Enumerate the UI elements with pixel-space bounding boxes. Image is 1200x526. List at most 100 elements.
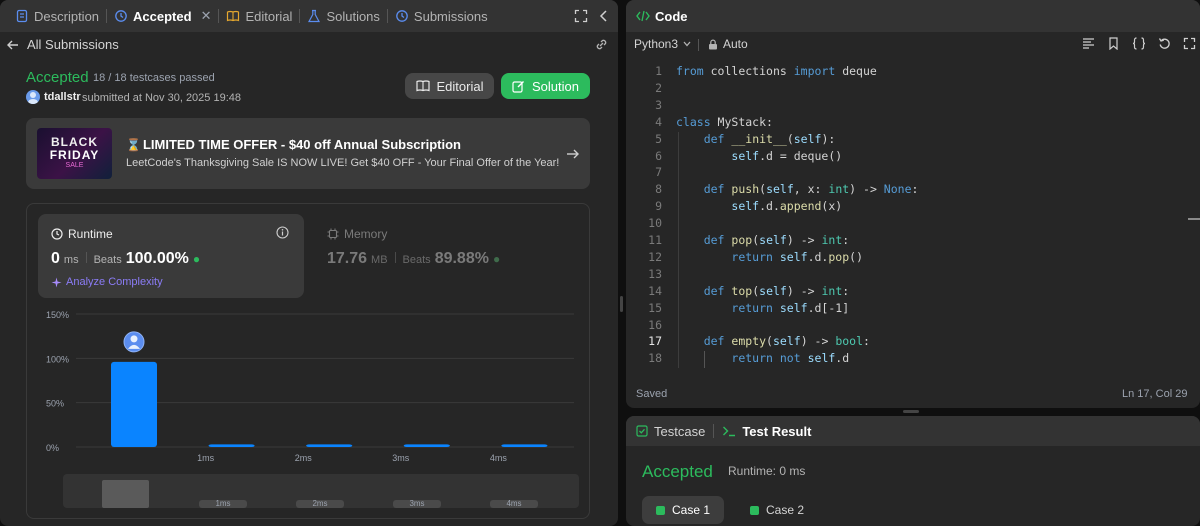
collapse-chevron-icon[interactable]	[598, 9, 610, 23]
runtime-beats-label: Beats	[93, 254, 122, 266]
promo-banner[interactable]: BLACK FRIDAY SALE ⌛ LIMITED TIME OFFER -…	[26, 118, 590, 189]
language-select[interactable]: Python3	[634, 37, 692, 51]
line-number: 4	[655, 114, 662, 129]
vertical-splitter[interactable]	[620, 296, 623, 312]
runtime-unit: ms	[63, 254, 79, 266]
pass-icon	[655, 505, 665, 515]
description-icon	[16, 9, 28, 23]
line-number: 6	[655, 148, 662, 163]
y-tick-label: 150%	[46, 310, 69, 320]
code-line[interactable]: def push(self, x: int) -> None:	[676, 182, 919, 196]
tab-solutions[interactable]: Solutions	[300, 0, 386, 32]
info-icon[interactable]	[276, 226, 289, 239]
line-number: 13	[648, 266, 662, 281]
line-number: 7	[655, 165, 662, 180]
terminal-icon	[723, 426, 736, 437]
code-line[interactable]: def top(self) -> int:	[676, 284, 849, 298]
x-tick-label: 1ms	[197, 453, 215, 463]
line-number: 2	[655, 80, 662, 95]
indent-guide	[704, 351, 705, 369]
editor-toolbar	[1082, 37, 1196, 50]
code-line[interactable]: class MyStack:	[676, 115, 773, 129]
line-number: 12	[648, 249, 662, 264]
black-friday-image: BLACK FRIDAY SALE	[37, 128, 112, 179]
code-line[interactable]: self.d = deque()	[676, 149, 842, 163]
share-link-icon[interactable]	[594, 37, 609, 52]
back-to-submissions[interactable]: All Submissions	[6, 37, 119, 52]
arrow-right-icon[interactable]	[566, 147, 580, 161]
horizontal-splitter[interactable]	[903, 410, 919, 413]
username[interactable]: tdallstr	[44, 91, 81, 103]
indent-guide	[678, 131, 679, 369]
history-icon	[115, 10, 127, 22]
checkbox-icon	[636, 425, 648, 437]
tab-description-label: Description	[34, 8, 100, 24]
avatar[interactable]	[26, 90, 40, 104]
memory-stats[interactable]: 17.76 MB Beats 89.88% ●	[327, 250, 500, 268]
code-line[interactable]: def pop(self) -> int:	[676, 233, 849, 247]
tab-editorial[interactable]: Editorial	[219, 0, 299, 32]
auto-mode-toggle[interactable]: Auto	[708, 37, 748, 51]
solution-button-label: Solution	[532, 78, 579, 94]
bookmark-icon[interactable]	[1107, 37, 1120, 50]
memory-label: Memory	[344, 227, 388, 241]
maximize-icon[interactable]	[574, 9, 588, 23]
tab-accepted[interactable]: Accepted ✕	[107, 0, 218, 32]
chart-bar	[208, 444, 255, 447]
code-line[interactable]: def __init__(self):	[676, 132, 836, 146]
close-tab-icon[interactable]: ✕	[201, 8, 212, 24]
braces-icon[interactable]	[1132, 37, 1146, 50]
code-line[interactable]: def empty(self) -> bool:	[676, 334, 870, 348]
case-2-tab[interactable]: Case 2	[736, 496, 818, 524]
submission-status: Accepted	[26, 69, 89, 86]
result-status: Accepted	[642, 462, 713, 481]
line-number: 11	[648, 233, 662, 247]
code-line[interactable]: return self.d.pop()	[676, 250, 863, 264]
editorial-button[interactable]: Editorial	[405, 73, 494, 99]
chart-bar	[111, 361, 157, 447]
code-line[interactable]: return not self.d	[676, 351, 849, 365]
code-header: Code	[626, 0, 1200, 32]
book-icon	[227, 10, 240, 22]
case-1-tab[interactable]: Case 1	[642, 496, 724, 524]
back-label: All Submissions	[27, 37, 119, 52]
format-icon[interactable]	[1082, 37, 1095, 50]
sparkle-icon	[51, 277, 62, 287]
case-1-label: Case 1	[671, 503, 711, 517]
tab-test-result-label: Test Result	[742, 423, 812, 439]
tab-testcase-label: Testcase	[654, 423, 706, 439]
reset-icon[interactable]	[1158, 37, 1171, 50]
code-title: Code	[655, 8, 688, 24]
solution-button[interactable]: Solution	[501, 73, 590, 99]
fullscreen-icon[interactable]	[1183, 37, 1196, 50]
arrow-left-icon	[7, 40, 18, 49]
tab-description[interactable]: Description	[8, 0, 106, 32]
y-tick-label: 50%	[46, 399, 64, 409]
testcases-passed: 18 / 18 testcases passed	[93, 72, 215, 84]
analyze-complexity-link[interactable]: Analyze Complexity	[51, 276, 163, 288]
memory-beats-value: 89.88%	[434, 250, 489, 267]
line-number: 9	[655, 199, 662, 214]
code-line[interactable]: from collections import deque	[676, 64, 877, 78]
y-tick-label: 0%	[46, 443, 59, 453]
line-number: 5	[655, 131, 662, 146]
runtime-distribution-chart: 150% 100% 50% 0% 1ms 2ms 3ms 4ms 1ms 2ms 3ms 4ms	[46, 310, 579, 508]
flask-icon	[308, 9, 321, 23]
overview-tick-label: 3ms	[409, 499, 424, 508]
result-tab-bar: Testcase Test Result	[626, 416, 1200, 446]
tab-test-result[interactable]: Test Result	[722, 424, 811, 439]
chip-icon	[327, 228, 339, 240]
line-number: 1	[655, 64, 662, 78]
runtime-card[interactable]: Runtime 0 ms Beats 100.00% ● Analyze Com…	[38, 214, 304, 298]
left-tab-bar: Description Accepted ✕ Editorial Solutio…	[0, 0, 618, 32]
tab-testcase[interactable]: Testcase	[636, 424, 705, 439]
memory-header[interactable]: Memory	[327, 227, 387, 241]
scrollbar-marker[interactable]	[1188, 218, 1200, 220]
overview-tick-label: 2ms	[312, 499, 327, 508]
tab-submissions[interactable]: Submissions	[388, 0, 495, 32]
code-line[interactable]: self.d.append(x)	[676, 199, 842, 213]
code-editor[interactable]: 1 from collections import deque 2 3 4 class M…	[626, 62, 1200, 378]
analyze-complexity-label: Analyze Complexity	[66, 276, 163, 288]
code-line[interactable]: return self.d[-1]	[676, 301, 849, 315]
cursor-position: Ln 17, Col 29	[1122, 388, 1188, 400]
